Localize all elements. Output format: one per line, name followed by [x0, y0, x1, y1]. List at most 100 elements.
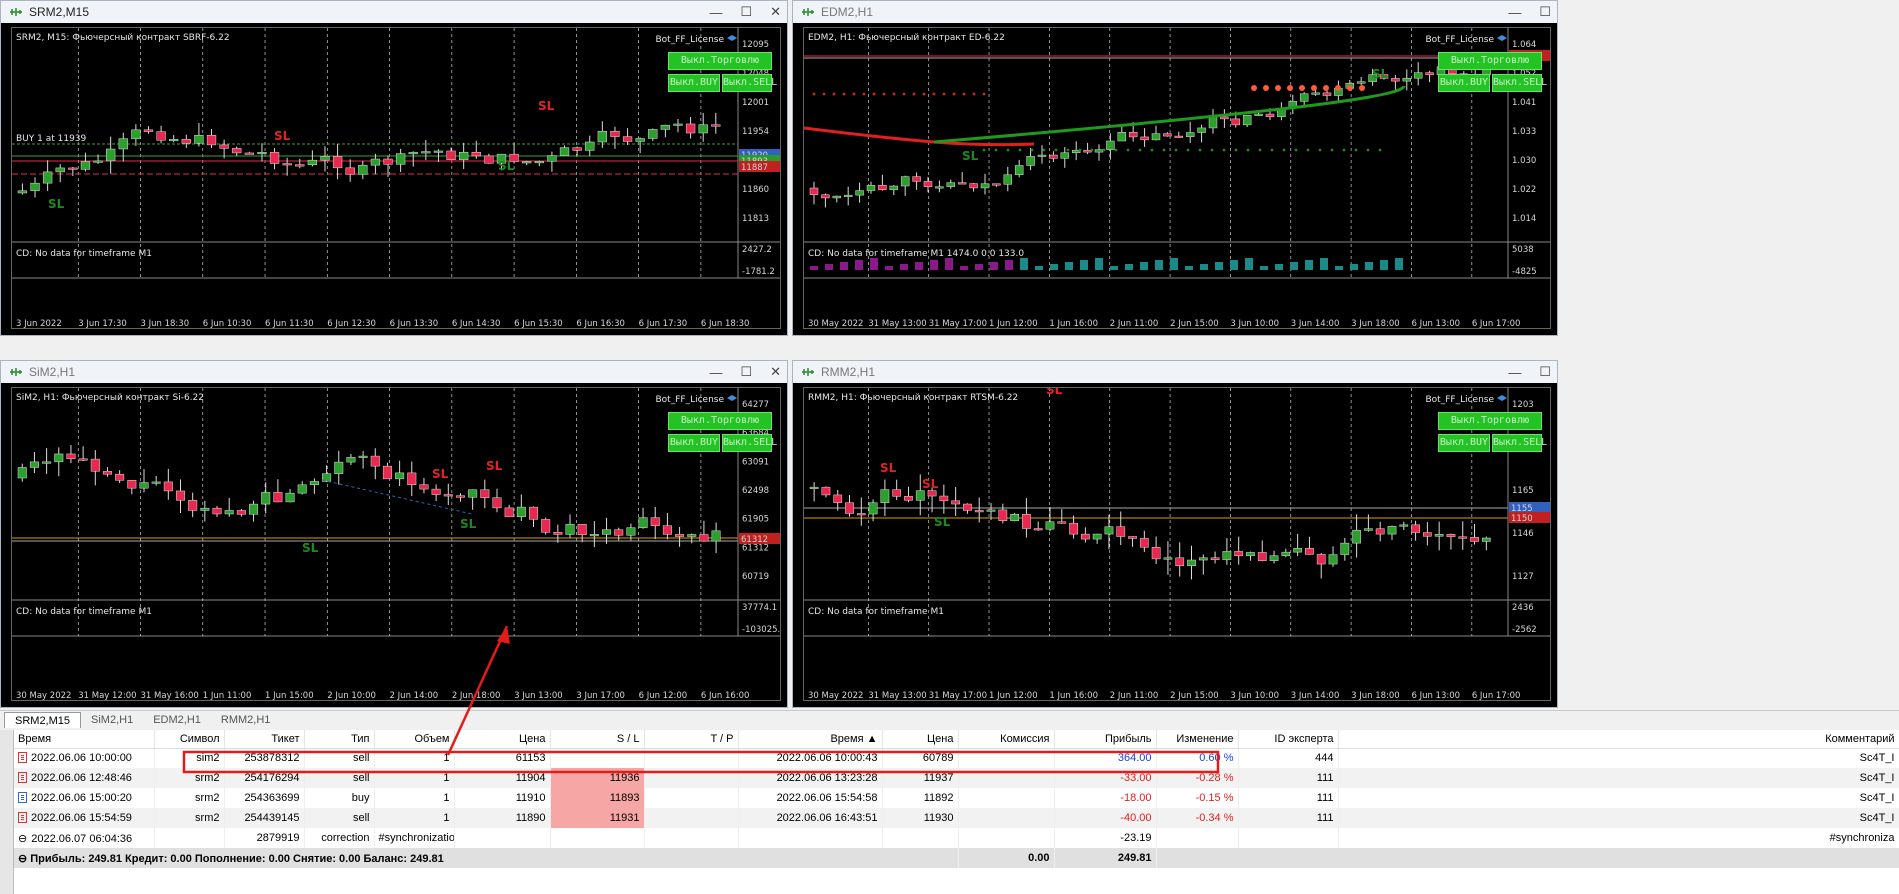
cell-tp — [644, 828, 739, 848]
buy-toggle-button[interactable]: Выкл.BUY — [668, 74, 720, 92]
candle-body — [370, 158, 381, 166]
maximize-icon[interactable]: ☐ — [1539, 4, 1551, 20]
sell-toggle-button[interactable]: Выкл.SELL — [1492, 74, 1547, 92]
column-header[interactable]: Цена — [882, 730, 959, 749]
cell-symbol: sim2 — [154, 748, 225, 768]
column-header[interactable]: S / L — [550, 730, 645, 749]
candle-body — [1094, 149, 1104, 153]
maximize-icon[interactable]: ☐ — [740, 4, 752, 20]
close-icon[interactable]: ✕ — [770, 4, 781, 20]
time-axis-label: 31 May 12:00 — [78, 691, 136, 701]
column-header[interactable]: Символ — [154, 730, 225, 749]
signal-dot-orange — [1275, 85, 1281, 91]
sell-toggle-button[interactable]: Выкл.SELL — [722, 434, 777, 452]
window-titlebar[interactable]: SiM2,H1 — ☐ ✕ — [1, 361, 787, 383]
maximize-icon[interactable]: ☐ — [1539, 364, 1551, 380]
signal-dot-orange — [1323, 85, 1329, 91]
close-icon[interactable]: ✕ — [770, 364, 781, 380]
toolbox-sidebar[interactable] — [0, 730, 14, 894]
signal-dot-green — [1294, 148, 1298, 152]
candle-body — [1208, 116, 1218, 129]
table-row[interactable]: ⊖ 2022.06.07 06:04:36 2879919 correction #sy… — [14, 828, 1899, 848]
table-row[interactable]: 2022.06.06 10:00:00 sim2 253878312 sell 1 611… — [14, 748, 1899, 768]
chart-window-sim2[interactable]: SiM2,H1 — ☐ ✕ 30 May 2022 31 May 12:00 31 Ma… — [0, 360, 788, 708]
candle-body — [821, 194, 830, 199]
column-header[interactable]: Цена — [454, 730, 551, 749]
cell-text: 11904 — [515, 772, 546, 784]
candle-body — [685, 123, 696, 134]
column-header-sorted[interactable]: Время ▲ — [738, 730, 883, 749]
price-chart[interactable]: 30 May 2022 31 May 13:00 31 May 17:00 1 Jun… — [803, 387, 1551, 701]
column-header[interactable]: Время — [14, 730, 155, 749]
candle-body — [1187, 559, 1196, 566]
cell-profit: -33.00 — [1054, 768, 1157, 788]
terminal-root: SRM2,M15 — ☐ ✕ 3 Jun 2022 3 Jun 17:30 3 Jun … — [0, 0, 1899, 894]
column-header[interactable]: Объем — [374, 730, 455, 749]
table-header-row: Время Символ Тикет Тип Объем Цена S / L … — [14, 730, 1899, 749]
time-axis-label: 3 Jun 18:00 — [1351, 691, 1400, 701]
table-row[interactable]: 2022.06.06 15:54:59 srm2 254439145 sell 1 118… — [14, 808, 1899, 828]
tab-edm2-h1[interactable]: EDM2,H1 — [143, 712, 211, 728]
column-header[interactable]: Тип — [304, 730, 375, 749]
trade-toggle-button[interactable]: Выкл.Торговлю — [668, 412, 772, 430]
table-row[interactable]: 2022.06.06 12:48:46 srm2 254176294 sell 1 119… — [14, 768, 1899, 788]
candle-body — [118, 138, 128, 150]
histogram-bar — [1140, 262, 1148, 270]
minimize-icon[interactable]: — — [1508, 5, 1521, 20]
price-chart[interactable]: 30 May 2022 31 May 12:00 31 May 16:00 1 Jun… — [11, 387, 781, 701]
maximize-icon[interactable]: ☐ — [740, 364, 752, 380]
candle-body — [699, 534, 709, 542]
candle-body — [1128, 132, 1138, 138]
trade-toggle-button[interactable]: Выкл.Торговлю — [668, 52, 772, 70]
candle-body — [244, 152, 255, 155]
column-header[interactable]: Комментарий — [1338, 730, 1899, 749]
chart-window-rmm2[interactable]: RMM2,H1 — ☐ 30 May 2022 31 May 13:00 31 May… — [792, 360, 1558, 708]
window-titlebar[interactable]: SRM2,M15 — ☐ ✕ — [1, 1, 787, 23]
sell-toggle-button[interactable]: Выкл.SELL — [1492, 434, 1547, 452]
window-titlebar[interactable]: EDM2,H1 — ☐ — [793, 1, 1557, 23]
window-titlebar[interactable]: RMM2,H1 — ☐ — [793, 361, 1557, 383]
minimize-icon[interactable]: — — [1508, 365, 1521, 380]
price-chart[interactable]: 3 Jun 2022 3 Jun 17:30 3 Jun 18:30 6 Jun 10… — [11, 27, 781, 329]
column-header[interactable]: ID эксперта — [1238, 730, 1339, 749]
chart-window-edm2[interactable]: EDM2,H1 — ☐ 30 May 2022 31 May 13:00 31 May… — [792, 0, 1558, 336]
sl-label: SL — [460, 517, 477, 531]
summary-empty — [1156, 848, 1899, 868]
buy-toggle-button[interactable]: Выкл.BUY — [1438, 74, 1490, 92]
candle-body — [572, 147, 582, 151]
chart-window-srm2[interactable]: SRM2,M15 — ☐ ✕ 3 Jun 2022 3 Jun 17:30 3 Jun … — [0, 0, 788, 336]
tab-srm2-m15[interactable]: SRM2,M15 — [4, 712, 82, 728]
candle-body — [151, 481, 161, 484]
cell-text: 253878312 — [244, 752, 300, 765]
signal-dot-green — [1150, 148, 1154, 152]
trade-toggle-button[interactable]: Выкл.Торговлю — [1438, 52, 1542, 70]
cell-text: 2022.06.06 15:54:59 — [31, 812, 132, 824]
cell-text: -18.00 — [1120, 792, 1152, 804]
tab-rmm2-h1[interactable]: RMM2,H1 — [211, 712, 281, 728]
buy-toggle-button[interactable]: Выкл.BUY — [1438, 434, 1490, 452]
histogram-bar — [1005, 260, 1013, 270]
trade-toggle-button[interactable]: Выкл.Торговлю — [1438, 412, 1542, 430]
minimize-icon[interactable]: — — [709, 365, 722, 380]
column-header[interactable]: Комиссия — [958, 730, 1055, 749]
column-header[interactable]: T / P — [644, 730, 739, 749]
minimize-icon[interactable]: — — [709, 5, 722, 20]
signal-dot-green — [1162, 148, 1166, 152]
sell-toggle-button[interactable]: Выкл.SELL — [722, 74, 777, 92]
candle-body — [346, 457, 356, 463]
column-header[interactable]: Изменение — [1156, 730, 1239, 749]
cell-time2: 2022.06.06 10:00:43 — [738, 748, 883, 768]
price-axis-label: 63091 — [742, 457, 769, 467]
candle-body — [194, 135, 204, 144]
candle-body — [878, 185, 887, 191]
table-row[interactable]: 2022.06.06 15:00:20 srm2 254363699 buy 1 1191… — [14, 788, 1899, 808]
signal-dot-red — [892, 92, 896, 96]
column-header[interactable]: Прибыль — [1054, 730, 1157, 749]
tab-sim2-h1[interactable]: SiM2,H1 — [81, 712, 143, 728]
candle-body — [212, 507, 222, 515]
candle-body — [1422, 532, 1432, 537]
buy-toggle-button[interactable]: Выкл.BUY — [668, 434, 720, 452]
column-header[interactable]: Тикет — [224, 730, 305, 749]
price-chart[interactable]: 30 May 2022 31 May 13:00 31 May 17:00 1 Jun… — [803, 27, 1551, 329]
candle-body — [492, 497, 502, 509]
